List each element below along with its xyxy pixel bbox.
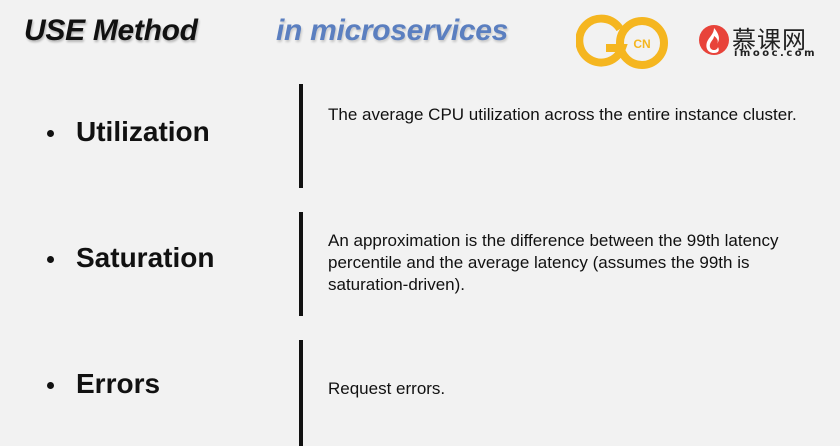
use-item-term: Saturation bbox=[76, 242, 215, 273]
use-item-description: Request errors. bbox=[328, 379, 446, 398]
bullet-icon bbox=[47, 382, 54, 389]
use-item-term: Errors bbox=[76, 368, 161, 399]
use-item-description: An approximation is the difference betwe… bbox=[328, 231, 779, 294]
use-item-saturation: Saturation An approximation is the diffe… bbox=[0, 212, 840, 316]
flame-icon bbox=[699, 25, 729, 55]
use-item-term: Utilization bbox=[76, 116, 210, 147]
page-subtitle: in microservices bbox=[276, 14, 509, 47]
bullet-icon bbox=[47, 256, 54, 263]
use-item-description: The average CPU utilization across the e… bbox=[328, 105, 797, 124]
divider bbox=[299, 84, 303, 188]
bullet-icon bbox=[47, 130, 54, 137]
page-title: USE Method bbox=[24, 14, 198, 47]
divider bbox=[299, 212, 303, 316]
use-item-utilization: Utilization The average CPU utilization … bbox=[0, 84, 840, 188]
gocn-logo: CN bbox=[575, 14, 672, 72]
imooc-logo-domain: imooc.com bbox=[734, 48, 818, 59]
use-item-errors: Errors Request errors. bbox=[0, 340, 840, 446]
gocn-logo-text: CN bbox=[633, 37, 650, 51]
imooc-logo: 慕课网 imooc.com bbox=[698, 20, 838, 64]
divider bbox=[299, 340, 303, 446]
